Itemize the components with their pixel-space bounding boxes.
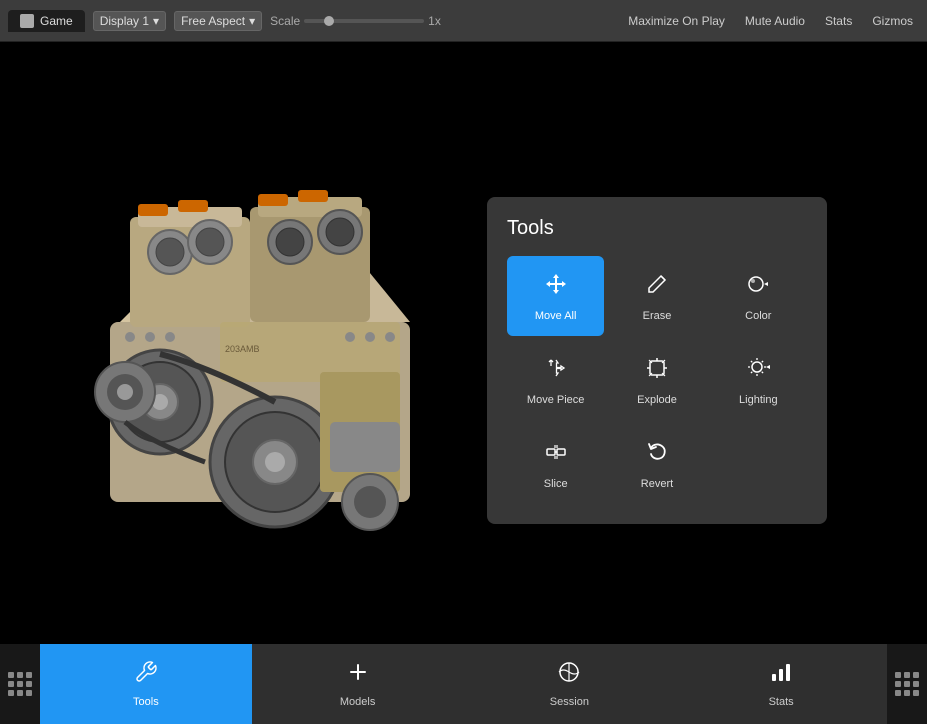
dot bbox=[8, 681, 14, 687]
bottom-nav: Tools Models bbox=[0, 644, 927, 724]
aspect-label: Free Aspect bbox=[181, 14, 245, 28]
erase-icon bbox=[643, 270, 671, 302]
tool-color[interactable]: Color bbox=[710, 256, 807, 336]
revert-icon bbox=[643, 438, 671, 470]
move-piece-icon bbox=[542, 354, 570, 386]
dot bbox=[26, 690, 32, 696]
engine-svg: 203AMB bbox=[30, 122, 470, 602]
stats-button[interactable]: Stats bbox=[819, 12, 858, 30]
dot bbox=[913, 681, 919, 687]
nav-session[interactable]: Session bbox=[464, 644, 676, 724]
nav-tools-icon bbox=[134, 660, 158, 690]
move-all-label: Move All bbox=[535, 310, 577, 322]
display-control: Display 1 ▾ bbox=[93, 11, 166, 31]
dot bbox=[8, 690, 14, 696]
lighting-label: Lighting bbox=[739, 394, 778, 406]
dots-left bbox=[8, 672, 32, 696]
dot bbox=[17, 690, 23, 696]
display-chevron: ▾ bbox=[153, 14, 159, 28]
game-view: 203AMB Tools Move All bbox=[0, 42, 927, 724]
display-label: Display 1 bbox=[100, 14, 149, 28]
explode-icon bbox=[643, 354, 671, 386]
scale-label: Scale bbox=[270, 14, 300, 28]
scale-thumb bbox=[324, 16, 334, 26]
dot bbox=[904, 681, 910, 687]
dots-right bbox=[895, 672, 919, 696]
explode-label: Explode bbox=[637, 394, 677, 406]
nav-items: Tools Models bbox=[40, 644, 887, 724]
tool-move-piece[interactable]: Move Piece bbox=[507, 340, 604, 420]
nav-models[interactable]: Models bbox=[252, 644, 464, 724]
slice-label: Slice bbox=[544, 478, 568, 490]
dot bbox=[895, 672, 901, 678]
color-label: Color bbox=[745, 310, 771, 322]
tool-revert[interactable]: Revert bbox=[608, 424, 705, 504]
scale-track[interactable] bbox=[304, 19, 424, 23]
gizmos-button[interactable]: Gizmos bbox=[866, 12, 919, 30]
tool-move-all[interactable]: Move All bbox=[507, 256, 604, 336]
dot bbox=[17, 672, 23, 678]
tools-grid: Move All Erase bbox=[507, 256, 807, 504]
move-all-icon bbox=[542, 270, 570, 302]
scale-control: Scale 1x bbox=[270, 14, 441, 28]
tools-panel: Tools Move All Erase bbox=[487, 197, 827, 524]
dot bbox=[895, 690, 901, 696]
dot bbox=[904, 672, 910, 678]
nav-stats-label: Stats bbox=[769, 696, 794, 708]
maximize-button[interactable]: Maximize On Play bbox=[622, 12, 731, 30]
dot bbox=[895, 681, 901, 687]
game-tab-icon bbox=[20, 14, 34, 28]
nav-tools-label: Tools bbox=[133, 696, 159, 708]
erase-label: Erase bbox=[643, 310, 672, 322]
revert-label: Revert bbox=[641, 478, 673, 490]
game-tab[interactable]: Game bbox=[8, 10, 85, 32]
dot bbox=[8, 672, 14, 678]
dot bbox=[26, 672, 32, 678]
nav-models-label: Models bbox=[340, 696, 375, 708]
slice-icon bbox=[542, 438, 570, 470]
lighting-icon bbox=[744, 354, 772, 386]
nav-stats-icon bbox=[769, 660, 793, 690]
dot-grid-left bbox=[0, 644, 40, 724]
game-tab-label: Game bbox=[40, 14, 73, 28]
tool-erase[interactable]: Erase bbox=[608, 256, 705, 336]
display-dropdown[interactable]: Display 1 ▾ bbox=[93, 11, 166, 31]
tool-slice[interactable]: Slice bbox=[507, 424, 604, 504]
dot-grid-right bbox=[887, 644, 927, 724]
scale-value: 1x bbox=[428, 14, 441, 28]
aspect-chevron: ▾ bbox=[249, 14, 255, 28]
move-piece-label: Move Piece bbox=[527, 394, 584, 406]
color-icon bbox=[744, 270, 772, 302]
nav-models-icon bbox=[346, 660, 370, 690]
nav-session-label: Session bbox=[550, 696, 589, 708]
nav-stats[interactable]: Stats bbox=[675, 644, 887, 724]
aspect-control: Free Aspect ▾ bbox=[174, 11, 262, 31]
nav-tools[interactable]: Tools bbox=[40, 644, 252, 724]
dot bbox=[913, 672, 919, 678]
dot bbox=[913, 690, 919, 696]
tools-title: Tools bbox=[507, 217, 807, 240]
mute-button[interactable]: Mute Audio bbox=[739, 12, 811, 30]
dot bbox=[26, 681, 32, 687]
nav-session-icon bbox=[557, 660, 581, 690]
tool-explode[interactable]: Explode bbox=[608, 340, 705, 420]
dot bbox=[904, 690, 910, 696]
dot bbox=[17, 681, 23, 687]
aspect-dropdown[interactable]: Free Aspect ▾ bbox=[174, 11, 262, 31]
toolbar: Game Display 1 ▾ Free Aspect ▾ Scale 1x … bbox=[0, 0, 927, 42]
svg-text:203AMB: 203AMB bbox=[225, 344, 260, 354]
tool-lighting[interactable]: Lighting bbox=[710, 340, 807, 420]
engine-display: 203AMB bbox=[30, 122, 470, 602]
